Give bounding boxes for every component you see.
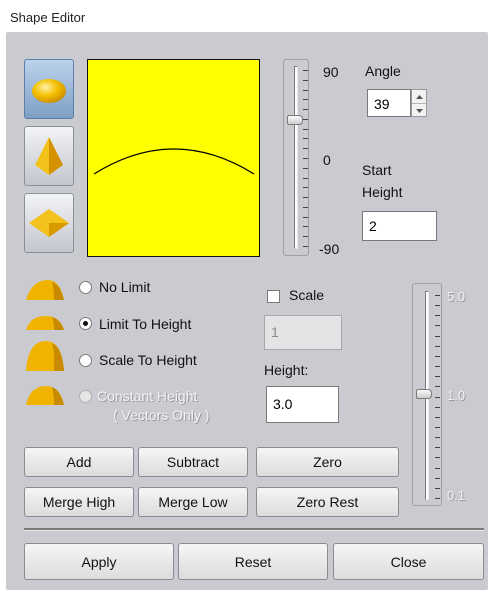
- angle-slider-tick-mark: [303, 197, 308, 198]
- height-slider-tick-mark: [435, 457, 440, 458]
- zero-rest-button[interactable]: Zero Rest: [256, 487, 399, 517]
- height-slider-tick-mark: [435, 346, 440, 347]
- height-slider-tick-mark: [435, 498, 440, 499]
- height-slider-tick-mark: [435, 386, 440, 387]
- limit-to-height-icon: [24, 314, 68, 335]
- height-slider-tick-mark: [435, 427, 440, 428]
- scale-to-height-icon: [24, 339, 68, 376]
- close-button[interactable]: Close: [333, 543, 484, 580]
- pyramid-shape-icon: [35, 137, 63, 175]
- height-input[interactable]: 3.0: [266, 386, 339, 423]
- angle-input[interactable]: 39: [367, 89, 411, 117]
- no-limit-radio[interactable]: [79, 281, 92, 294]
- angle-tick-zero: 0: [323, 152, 331, 168]
- angle-slider-thumb[interactable]: [287, 115, 303, 125]
- constant-height-label[interactable]: Constant Height: [97, 388, 197, 404]
- start-height-input[interactable]: 2: [362, 211, 437, 241]
- scale-input[interactable]: 1: [264, 315, 342, 350]
- shape-pyramid-button[interactable]: [24, 126, 74, 186]
- scale-to-height-label[interactable]: Scale To Height: [99, 352, 197, 368]
- height-slider-tick-mark: [435, 488, 440, 489]
- height-slider-tick-mark: [435, 397, 440, 398]
- height-tick-mid: 1.0: [447, 388, 466, 403]
- height-slider-tick-mark: [435, 478, 440, 479]
- reset-button[interactable]: Reset: [178, 543, 328, 580]
- angle-slider-tick-mark: [303, 99, 308, 100]
- angle-slider-tick-mark: [303, 129, 308, 130]
- angle-tick-max: 90: [323, 64, 339, 80]
- no-limit-icon: [24, 276, 68, 305]
- scale-checkbox[interactable]: [267, 290, 280, 303]
- height-slider-tick-mark: [435, 407, 440, 408]
- start-height-label-line2: Height: [362, 184, 403, 200]
- separator: [24, 528, 484, 531]
- spinner-up-icon[interactable]: [412, 90, 426, 104]
- height-tick-max: 5.0: [447, 289, 466, 304]
- shape-preview: [87, 59, 260, 257]
- height-slider-tick-mark: [435, 315, 440, 316]
- dome-shape-icon: [32, 79, 66, 103]
- scale-label[interactable]: Scale: [289, 287, 324, 303]
- constant-height-icon: [24, 383, 68, 410]
- angle-slider-tick-mark: [303, 217, 308, 218]
- angle-slider-tick-mark: [303, 246, 308, 247]
- start-height-label-line1: Start: [362, 162, 392, 178]
- height-slider-tick-mark: [435, 437, 440, 438]
- zero-button[interactable]: Zero: [256, 447, 399, 477]
- merge-low-button[interactable]: Merge Low: [138, 487, 248, 517]
- angle-slider-tick-mark: [303, 90, 308, 91]
- profile-curve: [93, 148, 255, 175]
- constant-height-radio[interactable]: [79, 390, 92, 403]
- angle-slider-tick-mark: [303, 158, 308, 159]
- angle-spinner[interactable]: [411, 89, 427, 117]
- angle-slider-tick-mark: [303, 80, 308, 81]
- angle-slider-track: [294, 66, 298, 249]
- angle-slider-tick-mark: [303, 226, 308, 227]
- angle-slider-tick-mark: [303, 148, 308, 149]
- height-slider-tick-mark: [435, 356, 440, 357]
- angle-slider-tick-mark: [303, 168, 308, 169]
- angle-slider-tick-mark: [303, 207, 308, 208]
- diamond-shape-icon: [29, 209, 69, 237]
- no-limit-label[interactable]: No Limit: [99, 279, 150, 295]
- height-slider-tick-mark: [435, 336, 440, 337]
- subtract-button[interactable]: Subtract: [138, 447, 248, 477]
- add-button[interactable]: Add: [24, 447, 134, 477]
- height-slider-tick-mark: [435, 468, 440, 469]
- height-slider-tick-mark: [435, 366, 440, 367]
- height-slider-thumb[interactable]: [416, 389, 432, 399]
- angle-slider-tick-mark: [303, 138, 308, 139]
- angle-label: Angle: [365, 63, 401, 79]
- limit-to-height-radio[interactable]: [79, 317, 92, 330]
- angle-slider-tick-mark: [303, 236, 308, 237]
- height-slider-tick-mark: [435, 376, 440, 377]
- angle-slider-tick-mark: [303, 187, 308, 188]
- scale-to-height-radio[interactable]: [79, 354, 92, 367]
- spinner-down-icon[interactable]: [412, 104, 426, 117]
- merge-high-button[interactable]: Merge High: [24, 487, 134, 517]
- height-slider-tick-mark: [435, 417, 440, 418]
- apply-button[interactable]: Apply: [24, 543, 174, 580]
- height-slider-tick-mark: [435, 325, 440, 326]
- height-slider-tick-mark: [435, 295, 440, 296]
- angle-tick-min: -90: [319, 241, 340, 257]
- angle-slider-tick-mark: [303, 70, 308, 71]
- height-slider-tick-mark: [435, 447, 440, 448]
- constant-height-sublabel: ( Vectors Only ): [113, 407, 210, 423]
- angle-slider-tick-mark: [303, 109, 308, 110]
- angle-slider-tick-mark: [303, 119, 308, 120]
- shape-diamond-button[interactable]: [24, 193, 74, 253]
- shape-dome-button[interactable]: [24, 59, 74, 119]
- limit-to-height-label[interactable]: Limit To Height: [99, 316, 191, 332]
- height-slider-tick-mark: [435, 305, 440, 306]
- angle-slider-tick-mark: [303, 178, 308, 179]
- height-tick-min: 0.1: [447, 488, 466, 503]
- window-title: Shape Editor: [10, 10, 86, 25]
- height-label: Height:: [264, 362, 309, 378]
